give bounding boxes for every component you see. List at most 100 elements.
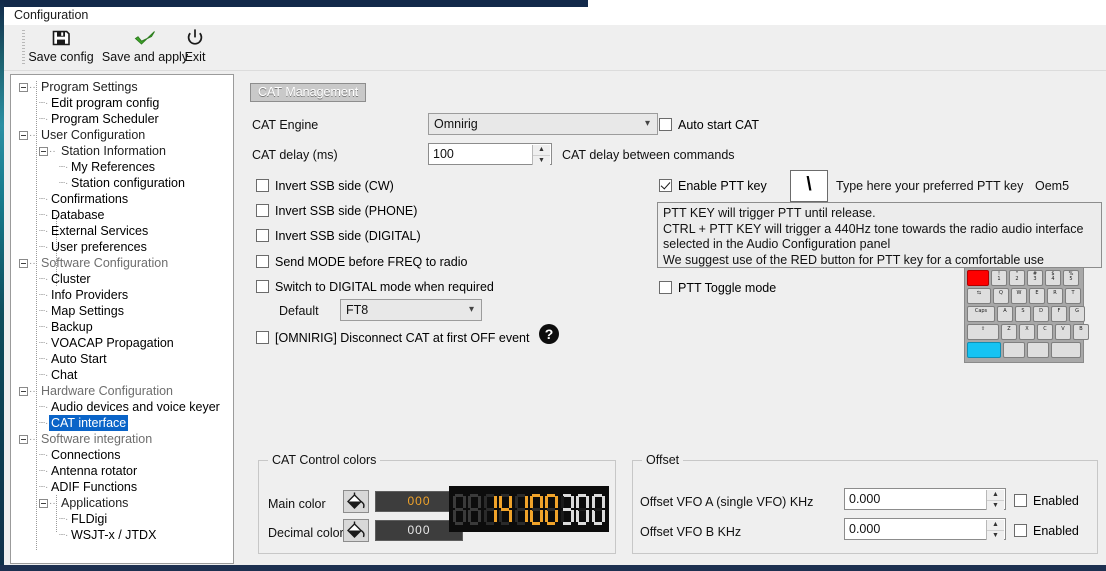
sidebar-item-external-services[interactable]: ┈· External Services [11, 223, 233, 239]
keyboard-key-f[interactable]: F [1051, 306, 1067, 322]
keyboard-key-c[interactable]: C [1037, 324, 1053, 340]
keyboard-key-z[interactable]: Z [1001, 324, 1017, 340]
sidebar-item-confirmations[interactable]: ┈· Confirmations [11, 191, 233, 207]
sidebar-item-backup[interactable]: ┈· Backup [11, 319, 233, 335]
sidebar-item-station-configuration[interactable]: ┈· Station configuration [11, 175, 233, 191]
save-config-button[interactable]: Save config [26, 28, 96, 68]
keyboard-key-s[interactable]: S [1015, 306, 1031, 322]
tree-collapse-icon[interactable] [19, 131, 28, 141]
tree-collapse-icon[interactable] [39, 147, 48, 157]
omnirig-disconnect-checkbox[interactable]: [OMNIRIG] Disconnect CAT at first OFF ev… [256, 331, 529, 345]
switch-digital-mode-checkbox[interactable]: Switch to DIGITAL mode when required [256, 280, 494, 294]
sidebar-item-chat[interactable]: ┈· Chat [11, 367, 233, 383]
invert-ssb-digital-checkbox[interactable]: Invert SSB side (DIGITAL) [256, 229, 421, 243]
sidebar-item-user-preferences[interactable]: ┈· User preferences [11, 239, 233, 255]
sidebar-item-adif-functions[interactable]: ┈· ADIF Functions [11, 479, 233, 495]
keyboard-key-t[interactable]: T [1065, 288, 1081, 304]
sidebar-item-audio-devices-and-voice-keyer[interactable]: ┈· Audio devices and voice keyer [11, 399, 233, 415]
keyboard-key-blank[interactable] [1051, 342, 1081, 358]
offset-vfo-a-spinner[interactable]: ▲ ▼ [986, 490, 1004, 510]
keyboard-key-ptt-highlight[interactable] [967, 270, 989, 286]
default-mode-select[interactable]: FT8 ▾ [340, 299, 482, 321]
sidebar-item-software-configuration[interactable]: ·· Software Configuration [11, 255, 233, 271]
keyboard-key-r[interactable]: R [1047, 288, 1063, 304]
help-icon[interactable]: ? [539, 324, 559, 344]
sidebar-item-my-references[interactable]: ┈· My References [11, 159, 233, 175]
offset-vfo-b-spinner[interactable]: ▲ ▼ [986, 520, 1004, 540]
keyboard-key-d[interactable]: D [1033, 306, 1049, 322]
invert-ssb-cw-checkbox[interactable]: Invert SSB side (CW) [256, 179, 394, 193]
keyboard-key-b[interactable]: B [1073, 324, 1089, 340]
spinner-down-icon[interactable]: ▼ [987, 531, 1004, 541]
keyboard-key-[interactable]: ⇆ [967, 288, 991, 304]
keyboard-key-4[interactable]: $4 [1045, 270, 1061, 286]
keyboard-key-w[interactable]: W [1011, 288, 1027, 304]
tree-collapse-icon[interactable] [19, 387, 28, 397]
keyboard-key-[interactable]: ⇧ [967, 324, 999, 340]
sidebar-item-fldigi[interactable]: ┈· FLDigi [11, 511, 233, 527]
settings-tree-panel[interactable]: ·· Program Settings ┈· Edit program config ┈… [10, 74, 234, 564]
cat-delay-input[interactable]: 100 ▲ ▼ [428, 143, 552, 165]
tree-collapse-icon[interactable] [19, 83, 28, 93]
offset-vfo-b-enabled-checkbox[interactable]: Enabled [1014, 524, 1079, 538]
sidebar-item-program-settings[interactable]: ·· Program Settings [11, 79, 233, 95]
tree-collapse-icon[interactable] [19, 259, 28, 269]
enable-ptt-key-checkbox[interactable]: Enable PTT key [659, 179, 767, 193]
keyboard-key-g[interactable]: G [1069, 306, 1085, 322]
sidebar-item-info-providers[interactable]: ┈· Info Providers [11, 287, 233, 303]
keyboard-key-q[interactable]: Q [993, 288, 1009, 304]
spinner-up-icon[interactable]: ▲ [987, 490, 1004, 501]
keyboard-key-2[interactable]: " 2 [1009, 270, 1025, 286]
sidebar-item-cluster[interactable]: ┈· Cluster [11, 271, 233, 287]
exit-button[interactable]: Exit [176, 28, 214, 68]
cat-delay-spinner[interactable]: ▲ ▼ [532, 145, 550, 165]
sidebar-item-station-information[interactable]: ·· Station Information [11, 143, 233, 159]
keyboard-key-blank[interactable] [1027, 342, 1049, 358]
sidebar-item-cat-interface[interactable]: ┈· CAT interface [11, 415, 233, 431]
offset-vfo-b-input[interactable]: 0.000 ▲ ▼ [844, 518, 1006, 540]
keyboard-key-a[interactable]: A [997, 306, 1013, 322]
sidebar-item-software-integration[interactable]: ·· Software integration [11, 431, 233, 447]
spinner-down-icon[interactable]: ▼ [533, 156, 550, 166]
sidebar-item-database[interactable]: ┈· Database [11, 207, 233, 223]
sidebar-item-antenna-rotator[interactable]: ┈· Antenna rotator [11, 463, 233, 479]
spinner-up-icon[interactable]: ▲ [533, 145, 550, 156]
ptt-toggle-mode-checkbox[interactable]: PTT Toggle mode [659, 281, 776, 295]
send-mode-before-freq-checkbox[interactable]: Send MODE before FREQ to radio [256, 255, 467, 269]
toolbar-grip[interactable] [22, 30, 25, 66]
sidebar-item-auto-start[interactable]: ┈· Auto Start [11, 351, 233, 367]
tree-collapse-icon[interactable] [19, 435, 28, 445]
offset-vfo-a-input[interactable]: 0.000 ▲ ▼ [844, 488, 1006, 510]
spinner-down-icon[interactable]: ▼ [987, 501, 1004, 511]
tree-collapse-icon[interactable] [39, 499, 48, 509]
spinner-up-icon[interactable]: ▲ [987, 520, 1004, 531]
sidebar-item-voacap-propagation[interactable]: ┈· VOACAP Propagation [11, 335, 233, 351]
keyboard-key-3[interactable]: #3 [1027, 270, 1043, 286]
sidebar-item-connections[interactable]: ┈· Connections [11, 447, 233, 463]
keyboard-key-x[interactable]: X [1019, 324, 1035, 340]
cat-engine-select[interactable]: Omnirig ▾ [428, 113, 658, 135]
sidebar-item-map-settings[interactable]: ┈· Map Settings [11, 303, 233, 319]
sidebar-item-wsjt-x-jtdx[interactable]: ┈· WSJT-x / JTDX [11, 527, 233, 543]
ptt-key-input[interactable]: \ [790, 170, 828, 202]
invert-ssb-phone-checkbox[interactable]: Invert SSB side (PHONE) [256, 204, 417, 218]
auto-start-cat-checkbox[interactable]: Auto start CAT [659, 118, 759, 132]
sidebar-item-program-scheduler[interactable]: ┈· Program Scheduler [11, 111, 233, 127]
keyboard-key-e[interactable]: E [1029, 288, 1045, 304]
chevron-down-icon: ▾ [644, 118, 650, 129]
keyboard-key-blank[interactable] [1003, 342, 1025, 358]
offset-vfo-a-enabled-checkbox[interactable]: Enabled [1014, 494, 1079, 508]
sidebar-item-hardware-configuration[interactable]: ·· Hardware Configuration [11, 383, 233, 399]
keyboard-illustration[interactable]: ! 1 " 2 #3 $4% 5 ⇆ Q W E R T Caps A S D F G ⇧ Z X C V B [964, 267, 1089, 363]
keyboard-key-1[interactable]: ! 1 [991, 270, 1007, 286]
decimal-color-picker-button[interactable] [343, 519, 369, 542]
sidebar-item-edit-program-config[interactable]: ┈· Edit program config [11, 95, 233, 111]
keyboard-key-5[interactable]: % 5 [1063, 270, 1079, 286]
background-status-bar [0, 565, 1106, 571]
keyboard-key-caps[interactable]: Caps [967, 306, 995, 322]
keyboard-key-v[interactable]: V [1055, 324, 1071, 340]
sidebar-item-applications[interactable]: ·· Applications [11, 495, 233, 511]
main-color-picker-button[interactable] [343, 490, 369, 513]
keyboard-key-space-highlight[interactable] [967, 342, 1001, 358]
sidebar-item-user-configuration[interactable]: ·· User Configuration [11, 127, 233, 143]
